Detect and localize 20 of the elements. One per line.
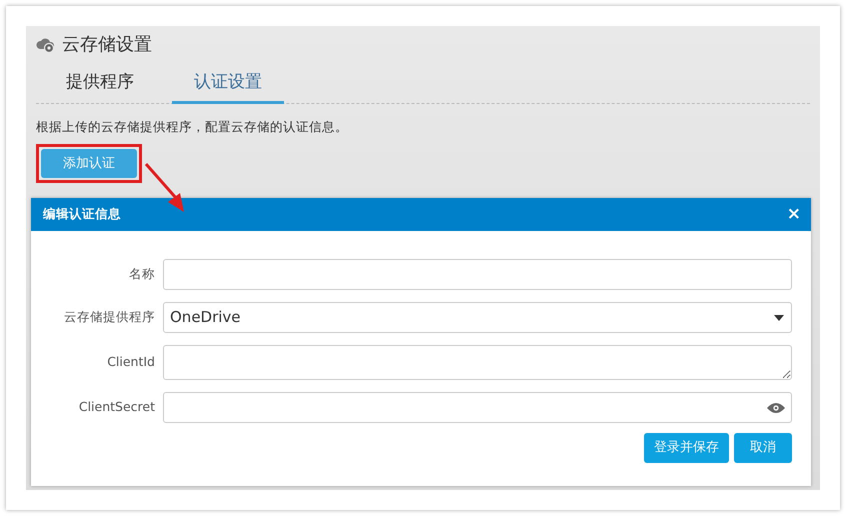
field-label: ClientId [106,353,156,372]
field-label: 云存储提供程序 [63,308,156,326]
dropdown-caret-icon [773,314,785,322]
password-field[interactable] [163,392,792,423]
field-label: ClientSecret [78,398,156,416]
text-area[interactable] [163,345,792,380]
input-field[interactable] [163,259,792,290]
add-button[interactable]: 添加认证 [41,148,137,178]
select-field[interactable]: OneDrive [163,302,792,333]
cloud-gear-icon [36,36,56,54]
eye-icon[interactable] [767,402,785,414]
field-label: 名称 [128,265,156,284]
dialog-title: 编辑认证信息 [43,205,121,224]
tab[interactable]: 提供程序 [44,68,156,104]
description-text: 根据上传的云存储提供程序，配置云存储的认证信息。 [36,118,349,136]
close-button[interactable]: × [784,206,803,223]
page-title: 云存储设置 [62,34,152,56]
tab[interactable]: 认证设置 [172,68,284,104]
cancel-button[interactable]: 取消 [734,433,792,463]
save-button[interactable]: 登录并保存 [644,433,729,463]
